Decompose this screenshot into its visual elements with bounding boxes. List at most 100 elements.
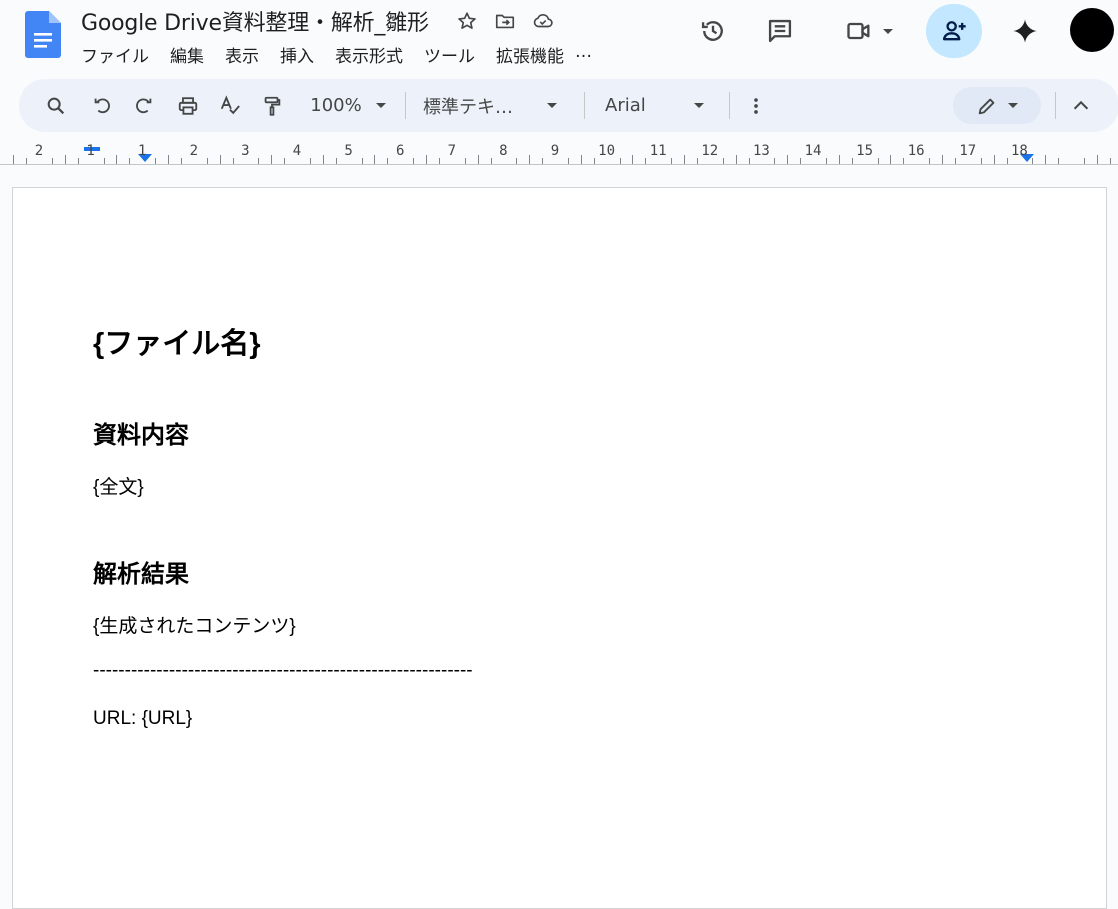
- ruler-number: 16: [907, 143, 925, 159]
- chevron-down-icon: [547, 103, 557, 108]
- ruler-tick: [851, 158, 853, 164]
- ruler-tick: [322, 155, 324, 164]
- ruler-baseline: [0, 164, 1118, 165]
- ruler-tick: [232, 158, 234, 164]
- ruler-tick: [645, 158, 647, 164]
- ruler-tick: [77, 158, 79, 164]
- ruler-tick: [1109, 158, 1111, 164]
- ruler-number: 1: [86, 143, 95, 159]
- paint-format-icon[interactable]: [257, 79, 287, 132]
- redo-icon[interactable]: [129, 79, 159, 132]
- menu-edit[interactable]: 編集: [170, 42, 204, 67]
- ruler-tick: [1083, 158, 1085, 164]
- collapse-menus-icon[interactable]: [1069, 79, 1093, 132]
- paragraph-style-select[interactable]: 標準テキ…: [423, 79, 569, 132]
- section-body-content[interactable]: {全文}: [93, 472, 144, 499]
- document-title[interactable]: Google Drive資料整理・解析_雛形: [81, 5, 429, 37]
- ruler-tick: [993, 155, 995, 164]
- ruler-tick: [426, 155, 427, 164]
- title-row: Google Drive資料整理・解析_雛形: [81, 5, 555, 37]
- ruler-number: 3: [241, 143, 250, 159]
- version-history-icon[interactable]: [697, 14, 729, 48]
- menu-format[interactable]: 表示形式: [335, 42, 403, 67]
- ruler-tick: [219, 155, 221, 164]
- zoom-value: 100%: [310, 95, 362, 116]
- pencil-icon: [978, 98, 995, 114]
- ruler-tick: [800, 158, 802, 164]
- meet-button[interactable]: [838, 14, 900, 48]
- menu-file[interactable]: ファイル: [81, 42, 149, 67]
- ruler-tick: [542, 158, 544, 164]
- chevron-down-icon: [883, 28, 893, 34]
- share-button[interactable]: [926, 4, 982, 58]
- ruler-tick: [671, 158, 673, 164]
- ruler-number: 17: [959, 143, 977, 159]
- ruler-tick: [361, 158, 363, 164]
- chevron-down-icon: [693, 103, 704, 108]
- divider-line[interactable]: ----------------------------------------…: [93, 660, 473, 682]
- menu-insert[interactable]: 挿入: [280, 42, 314, 67]
- ruler-tick: [516, 158, 518, 164]
- ruler-tick: [51, 158, 53, 164]
- ruler-number: 9: [550, 143, 560, 159]
- undo-icon[interactable]: [87, 79, 117, 132]
- docs-logo-icon[interactable]: [25, 11, 61, 58]
- horizontal-ruler[interactable]: 2 1 1 2 3 4 5 6 7 8 9 10 11 12 13 14 15 16 17 18: [0, 140, 1118, 166]
- ruler-tick: [13, 155, 15, 164]
- ruler-number: 8: [499, 143, 508, 159]
- url-line[interactable]: URL: {URL}: [93, 708, 192, 730]
- gemini-sparkle-icon[interactable]: [1008, 14, 1042, 48]
- chevron-down-icon: [1008, 103, 1018, 108]
- ruler-number: 6: [395, 143, 405, 159]
- ruler-tick: [180, 158, 182, 164]
- menu-extensions[interactable]: 拡張機能: [496, 42, 564, 67]
- move-folder-icon[interactable]: [493, 9, 517, 33]
- document-page[interactable]: {ファイル名} 資料内容 {全文} 解析結果 {生成されたコンテンツ} ----…: [12, 187, 1107, 909]
- ruler-tick: [155, 158, 157, 164]
- print-icon[interactable]: [173, 79, 203, 132]
- more-options-icon[interactable]: [744, 79, 768, 132]
- menu-more[interactable]: …: [575, 42, 592, 67]
- ruler-tick: [1096, 155, 1098, 164]
- section-heading-content[interactable]: 資料内容: [93, 415, 189, 450]
- ruler-tick: [1006, 158, 1008, 164]
- ruler-number: 4: [292, 143, 302, 159]
- ruler-tick: [438, 158, 440, 164]
- ruler-tick: [619, 158, 621, 164]
- spellcheck-icon[interactable]: [215, 79, 245, 132]
- ruler-tick: [1058, 158, 1060, 164]
- editing-mode-button[interactable]: [953, 87, 1041, 124]
- ruler-tick: [490, 158, 492, 164]
- ruler-tick: [632, 155, 634, 164]
- video-camera-icon: [847, 22, 870, 40]
- zoom-select[interactable]: 100%: [304, 79, 392, 132]
- section-body-analysis[interactable]: {生成されたコンテンツ}: [93, 611, 296, 638]
- ruler-tick: [825, 158, 827, 164]
- ruler-tick: [696, 158, 698, 164]
- chevron-down-icon: [375, 103, 386, 108]
- ruler-number: 7: [447, 143, 457, 159]
- ruler-number: 15: [856, 143, 874, 159]
- menu-view[interactable]: 表示: [225, 42, 259, 67]
- formatting-toolbar: 100% 標準テキ… Arial: [19, 79, 1118, 132]
- cloud-saved-icon[interactable]: [531, 9, 555, 33]
- menu-tools[interactable]: ツール: [424, 42, 475, 67]
- toolbar-divider: [405, 92, 406, 119]
- menu-bar: ファイル 編集 表示 挿入 表示形式 ツール 拡張機能 …: [81, 42, 592, 67]
- search-menus-icon[interactable]: [41, 79, 71, 132]
- ruler-tick: [980, 158, 982, 164]
- ruler-tick: [374, 155, 376, 164]
- avatar[interactable]: [1070, 8, 1114, 52]
- toolbar-divider: [729, 92, 730, 119]
- ruler-tick: [735, 155, 737, 164]
- ruler-tick: [787, 155, 789, 164]
- ruler-tick: [206, 158, 208, 164]
- ruler-tick: [929, 158, 931, 164]
- section-heading-analysis[interactable]: 解析結果: [93, 554, 189, 589]
- star-icon[interactable]: [455, 9, 479, 33]
- font-family-select[interactable]: Arial: [605, 79, 711, 132]
- ruler-tick: [464, 158, 466, 164]
- document-heading-title[interactable]: {ファイル名}: [93, 320, 261, 362]
- comments-icon[interactable]: [764, 14, 796, 48]
- toolbar-divider: [1055, 92, 1056, 119]
